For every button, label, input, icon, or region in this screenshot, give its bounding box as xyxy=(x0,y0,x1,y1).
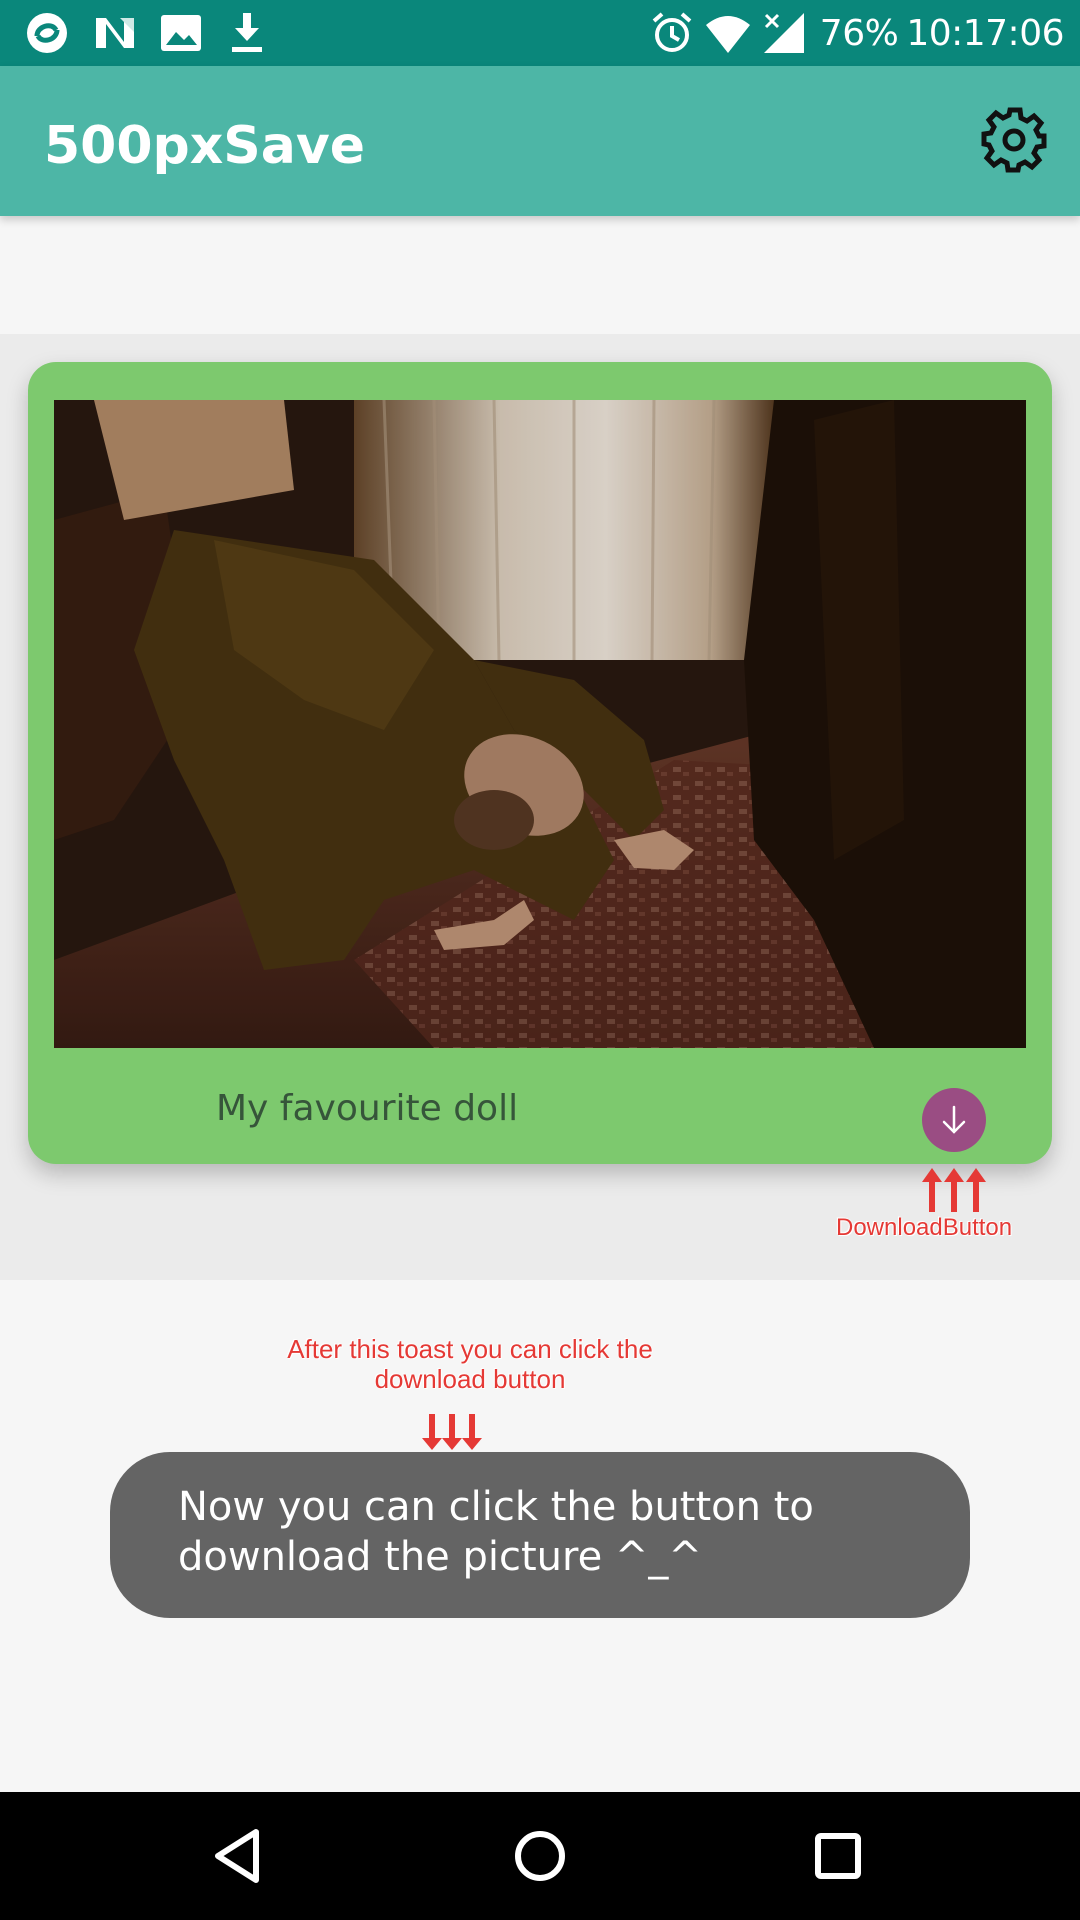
clock: 10:17:06 xyxy=(906,12,1064,54)
settings-button[interactable] xyxy=(978,104,1050,176)
photo-image xyxy=(54,400,1026,1048)
status-bar: 76% 10:17:06 xyxy=(0,0,1080,66)
gear-icon xyxy=(981,107,1047,173)
app-title: 500pxSave xyxy=(44,116,366,176)
navigation-bar xyxy=(0,1792,1080,1920)
n-notification-icon xyxy=(96,18,134,48)
app-bar: 500pxSave xyxy=(0,66,1080,216)
image-notification-icon xyxy=(161,15,201,51)
download-button[interactable] xyxy=(922,1088,986,1152)
home-icon[interactable] xyxy=(506,1822,574,1890)
back-icon[interactable] xyxy=(206,1822,274,1890)
photo-card: My favourite doll xyxy=(28,362,1052,1164)
arrow-down-icon xyxy=(942,1105,966,1134)
recents-icon[interactable] xyxy=(804,1822,872,1890)
status-right-area: 76% 10:17:06 xyxy=(640,0,1064,66)
annotation-toast-label: After this toast you can click the downl… xyxy=(287,1334,653,1394)
sync-icon xyxy=(27,13,67,53)
alarm-icon xyxy=(652,12,692,52)
annotation-up-arrows xyxy=(922,1168,986,1212)
toast-message: Now you can click the button to download… xyxy=(110,1452,970,1618)
photo-caption: My favourite doll xyxy=(216,1088,519,1129)
photo-list: My favourite doll xyxy=(0,334,1080,1280)
annotation-download-label: DownloadButton xyxy=(836,1214,1013,1241)
cellular-no-signal-icon xyxy=(763,13,804,53)
annotation-down-arrows xyxy=(422,1414,482,1450)
battery-level: 76% xyxy=(819,12,899,54)
download-notification-icon xyxy=(232,13,262,52)
wifi-icon xyxy=(705,16,750,53)
